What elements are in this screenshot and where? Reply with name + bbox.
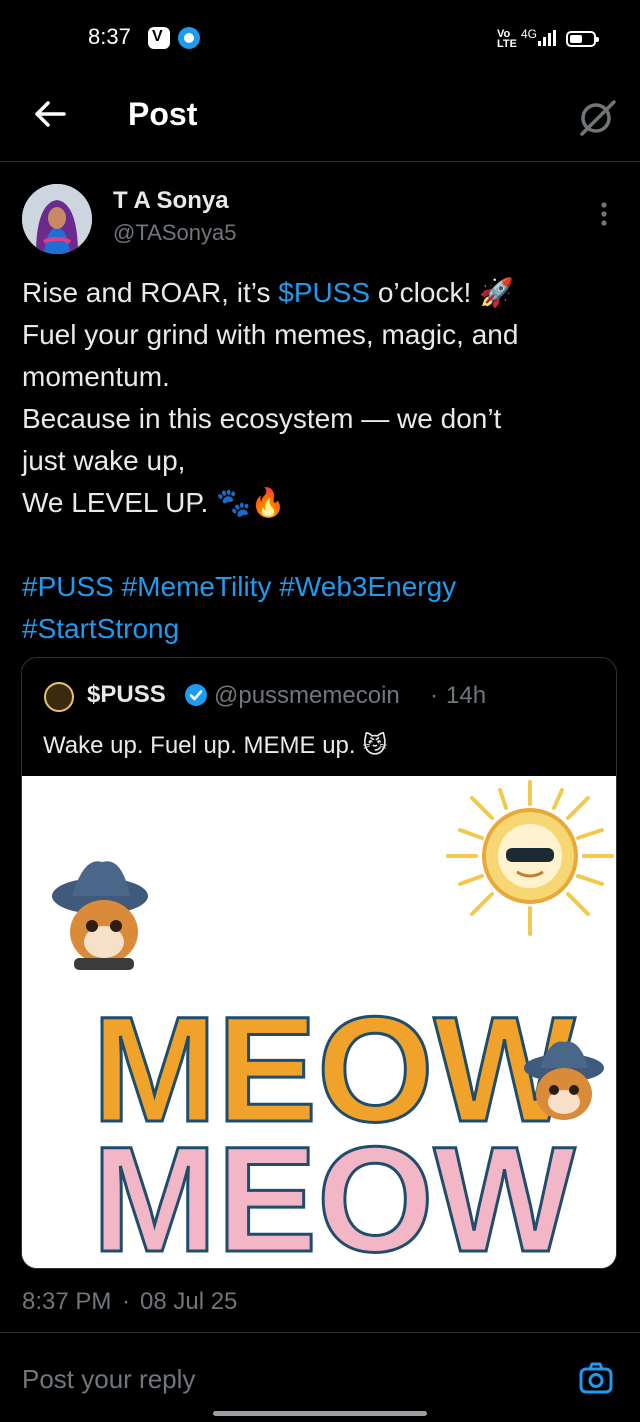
vpn-app-icon [148,27,170,49]
camera-icon[interactable] [578,1360,614,1396]
more-options-icon[interactable] [594,200,614,228]
back-arrow-icon[interactable] [30,94,70,134]
avatar-image [22,184,92,254]
status-time: 8:37 [88,24,131,49]
post-line-5: just wake up, [22,445,186,476]
network-type-label: 4G [521,27,538,41]
signal-icon [538,30,556,46]
post-date: 08 Jul 25 [140,1288,238,1315]
meow-text-group: MEOW MEOW [91,984,578,1269]
quoted-post-card[interactable]: $PUSS @pussmemecoin · 14h Wake up. Fuel … [21,657,617,1269]
post-line-2: Fuel your grind with memes, magic, and [22,319,519,350]
hashtag-links-1[interactable]: #PUSS #MemeTility #Web3Energy [22,566,622,608]
quote-media-image[interactable]: MEOW MEOW [22,776,616,1268]
post-line-4: Because in this ecosystem — we don’t [22,403,502,434]
post-line-1-prefix: Rise and ROAR, it’s [22,277,279,308]
grok-icon[interactable] [576,96,618,138]
author-handle[interactable]: @TASonya5 [113,220,236,246]
quote-avatar[interactable] [44,682,74,712]
battery-icon [566,31,599,47]
post-time-separator: · [122,1288,130,1315]
volte-icon: Vo LTE [497,28,517,50]
verified-badge-icon [185,684,207,706]
post-blank-line [22,524,622,566]
post-line-6: We LEVEL UP. 🐾🔥 [22,487,286,518]
quote-timestamp: 14h [446,682,487,709]
post-time: 8:37 PM [22,1288,112,1315]
author-name[interactable]: T A Sonya [113,187,229,215]
author-avatar[interactable] [22,184,92,254]
hashtag-links-2[interactable]: #StartStrong [22,608,622,650]
home-indicator[interactable] [213,1411,427,1416]
reply-input[interactable] [22,1360,542,1398]
cashtag-link[interactable]: $PUSS [278,277,370,308]
post-line-1-suffix: o’clock! 🚀 [370,277,514,308]
quote-author-name[interactable]: $PUSS [87,681,166,709]
post-line-3: momentum. [22,361,170,392]
reply-divider [0,1332,640,1333]
quote-author-handle[interactable]: @pussmemecoin [214,682,400,710]
quote-text: Wake up. Fuel up. MEME up. 😼 [43,732,388,759]
post-text: Rise and ROAR, it’s $PUSS o’clock! 🚀 Fue… [22,272,622,650]
post-line-1: Rise and ROAR, it’s $PUSS o’clock! 🚀 [22,272,622,314]
notification-app-icon [178,27,200,49]
meow-illustration: MEOW MEOW [22,776,616,1268]
meow-text-line-2: MEOW [92,1115,576,1268]
quote-separator: · [430,682,438,709]
page-title: Post [128,96,198,132]
header-divider [0,161,640,162]
